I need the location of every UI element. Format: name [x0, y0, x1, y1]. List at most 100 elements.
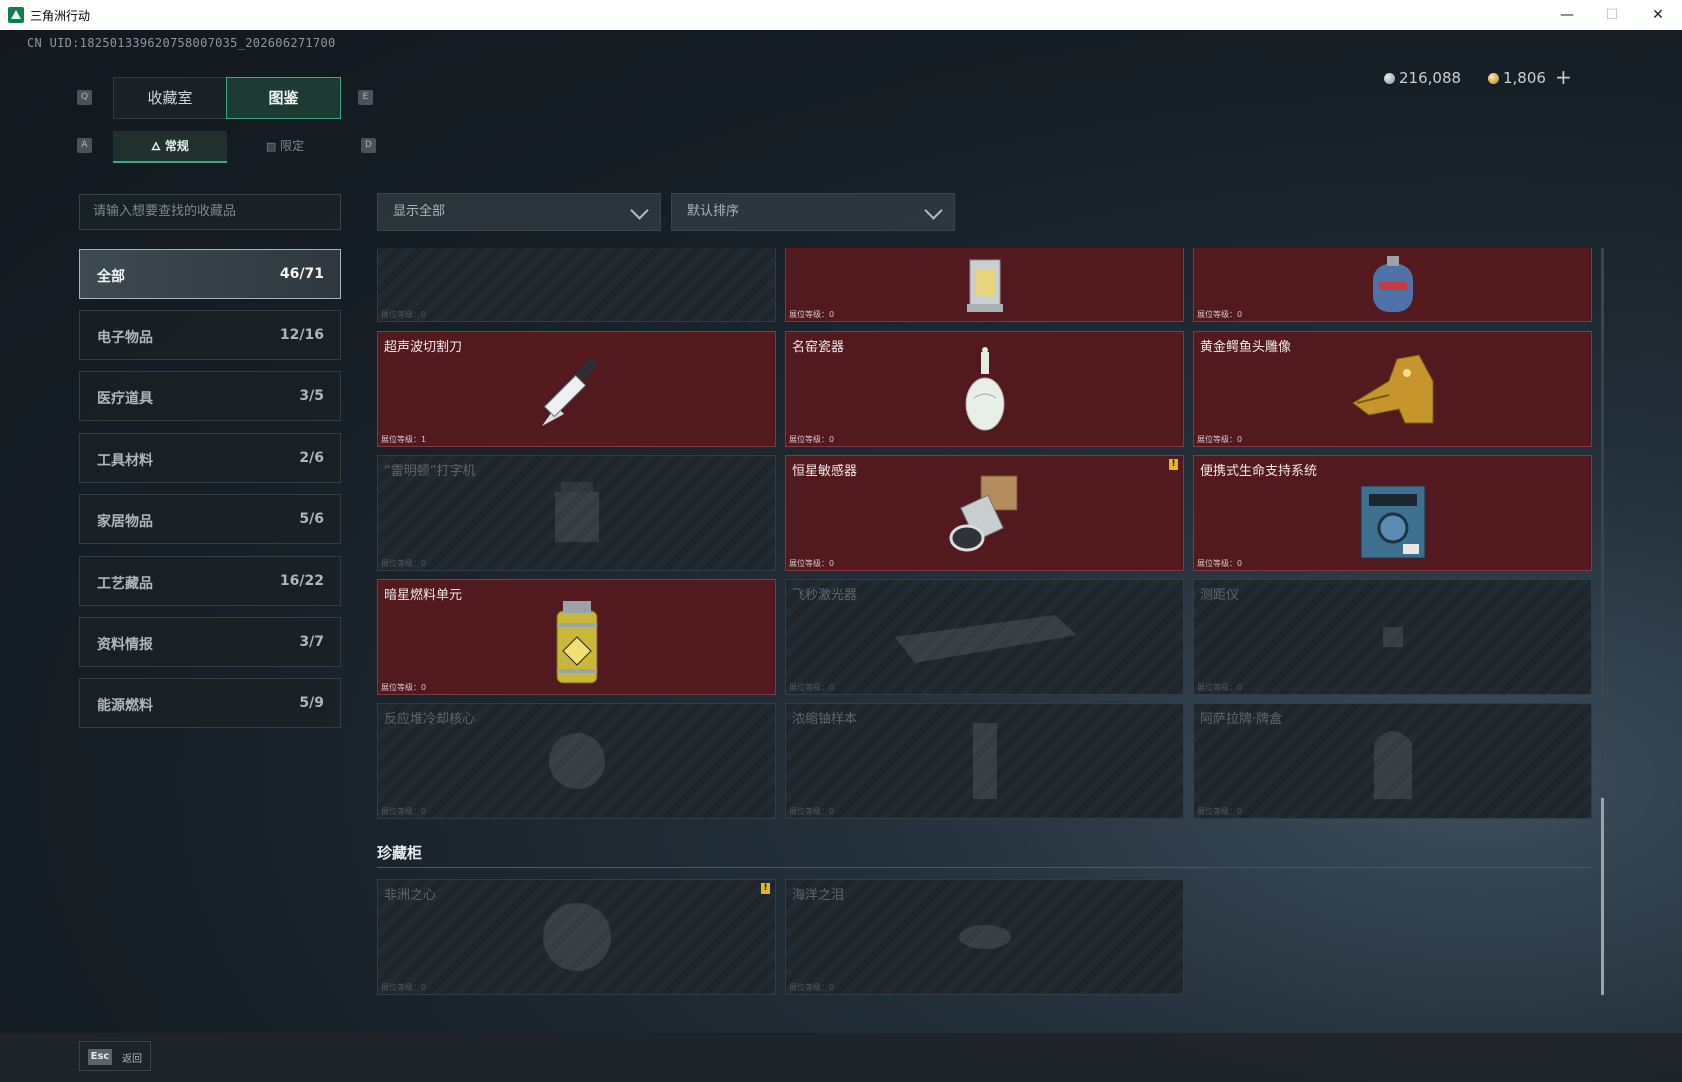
booth-level: 展位等级：0: [1197, 435, 1243, 444]
key-hint-e: E: [358, 90, 373, 105]
window-title: 三角洲行动: [30, 9, 91, 23]
category-label: 电子物品: [97, 330, 153, 346]
porcelain-vase-icon: [965, 347, 1004, 431]
reactor-core-icon: [548, 733, 605, 789]
key-hint-a: A: [77, 138, 92, 153]
collection-card[interactable]: 测距仪 展位等级：0: [1193, 579, 1592, 695]
category-count: 3/5: [299, 388, 324, 404]
window-titlebar: 三角洲行动 — ☐ ✕: [0, 0, 1682, 30]
item-name: 海洋之泪: [792, 888, 845, 903]
category-count: 2/6: [299, 450, 324, 466]
category-all[interactable]: 全部 46/71: [79, 249, 341, 299]
collection-card[interactable]: 飞秒激光器 展位等级：0: [785, 579, 1184, 695]
booth-level: 展位等级：0: [381, 310, 427, 319]
item-name: 黄金鳄鱼头雕像: [1200, 340, 1292, 355]
add-currency-button[interactable]: +: [1555, 65, 1572, 89]
app-logo-icon: [8, 7, 24, 23]
category-label: 工艺藏品: [97, 576, 153, 592]
booth-level: 展位等级：0: [1197, 310, 1243, 319]
item-name: 飞秒激光器: [792, 588, 858, 603]
category-count: 12/16: [279, 327, 324, 343]
category-label: 家居物品: [97, 514, 153, 530]
booth-level: 展位等级：0: [789, 559, 835, 568]
maximize-button[interactable]: ☐: [1592, 4, 1632, 26]
item-name: 便携式生命支持系统: [1200, 464, 1318, 479]
item-name: 阿萨拉牌·牌盒: [1200, 712, 1283, 727]
section-divider: [377, 867, 1592, 868]
warning-icon: !: [1169, 459, 1178, 470]
search-input[interactable]: 请输入想要查找的收藏品: [79, 194, 341, 230]
silver-coin-icon: [1384, 73, 1395, 84]
subtab-limited[interactable]: ▧ 限定: [232, 131, 338, 161]
warning-icon: !: [761, 883, 770, 894]
collection-card[interactable]: “雷明顿”打字机 展位等级：0: [377, 455, 776, 571]
star-sensor-icon: [949, 475, 1017, 552]
typewriter-icon: [554, 482, 599, 542]
collection-card[interactable]: 黄金鳄鱼头雕像 展位等级：0: [1193, 331, 1592, 447]
collection-card[interactable]: 展位等级：0: [377, 248, 776, 322]
flame-icon: 🜂: [151, 140, 161, 153]
collection-card[interactable]: 便携式生命支持系统 展位等级：0: [1193, 455, 1592, 571]
item-name: 测距仪: [1200, 588, 1240, 603]
item-name: 反应堆冷却核心: [384, 712, 476, 727]
subtab-normal[interactable]: 🜂 常规: [113, 131, 227, 163]
section-title-treasure: 珍藏柜: [377, 844, 423, 862]
category-medical[interactable]: 医疗道具 3/5: [79, 371, 341, 421]
booth-level: 展位等级：0: [1197, 559, 1243, 568]
key-hint-d: D: [361, 138, 376, 153]
booth-level: 展位等级：0: [381, 807, 427, 816]
gas-tank-icon: [1372, 255, 1413, 312]
scrollbar-thumb[interactable]: [1601, 798, 1604, 995]
collection-card[interactable]: 暗星燃料单元 展位等级：0: [377, 579, 776, 695]
category-intel[interactable]: 资料情报 3/7: [79, 617, 341, 667]
collection-card[interactable]: 恒星敏感器 ! 展位等级：0: [785, 455, 1184, 571]
chevron-down-icon: [924, 201, 943, 220]
laser-icon: [894, 615, 1077, 663]
filter-dropdown[interactable]: 显示全部: [377, 193, 661, 231]
lantern-icon: [966, 259, 1003, 312]
filter-dropdown-value: 显示全部: [393, 204, 446, 219]
collection-card[interactable]: 海洋之泪 展位等级：0: [785, 879, 1184, 995]
subtab-normal-label: 常规: [164, 139, 189, 153]
collection-card[interactable]: 浓缩铀样本 展位等级：0: [785, 703, 1184, 819]
collection-card[interactable]: 名窑瓷器 展位等级：0: [785, 331, 1184, 447]
fuel-cell-icon: [556, 600, 597, 684]
collection-card[interactable]: 展位等级：0: [1193, 248, 1592, 322]
back-button[interactable]: Esc 返回: [79, 1041, 151, 1071]
rangefinder-icon: [1382, 627, 1403, 647]
silver-currency: 216,088: [1384, 68, 1461, 88]
category-crafts[interactable]: 工艺藏品 16/22: [79, 556, 341, 606]
category-label: 全部: [97, 269, 125, 285]
minimize-button[interactable]: —: [1547, 4, 1587, 26]
collection-card[interactable]: 非洲之心 ! 展位等级：0: [377, 879, 776, 995]
category-label: 资料情报: [97, 637, 153, 653]
sort-dropdown[interactable]: 默认排序: [671, 193, 955, 231]
category-tools[interactable]: 工具材料 2/6: [79, 433, 341, 483]
category-label: 医疗道具: [97, 391, 153, 407]
close-button[interactable]: ✕: [1638, 4, 1678, 26]
collection-grid: 展位等级：0 展位等级：0 展位等级：0 超声波切割刀 展位等级：1 名窑瓷器: [377, 248, 1592, 995]
tab-atlas[interactable]: 图鉴: [226, 77, 341, 119]
category-electronics[interactable]: 电子物品 12/16: [79, 310, 341, 360]
collection-card[interactable]: 展位等级：0: [785, 248, 1184, 322]
booth-level: 展位等级：0: [1197, 683, 1243, 692]
category-household[interactable]: 家居物品 5/6: [79, 494, 341, 544]
key-hint-q: Q: [77, 90, 92, 105]
category-count: 46/71: [279, 266, 324, 282]
booth-level: 展位等级：0: [1197, 807, 1243, 816]
gold-crocodile-icon: [1351, 354, 1433, 424]
tab-collection-room[interactable]: 收藏室: [113, 77, 227, 119]
item-name: 超声波切割刀: [384, 340, 463, 355]
scalpel-icon: [541, 357, 598, 426]
booth-level: 展位等级：0: [381, 683, 427, 692]
collection-card[interactable]: 反应堆冷却核心 展位等级：0: [377, 703, 776, 819]
category-count: 5/9: [299, 695, 324, 711]
image-icon: ▧: [265, 140, 277, 153]
grid-scrollbar[interactable]: [1601, 248, 1604, 995]
gold-coin-icon: [1488, 73, 1499, 84]
gold-amount: 1,806: [1503, 69, 1546, 87]
collection-card[interactable]: 超声波切割刀 展位等级：1: [377, 331, 776, 447]
collection-card[interactable]: 阿萨拉牌·牌盒 展位等级：0: [1193, 703, 1592, 819]
category-energy[interactable]: 能源燃料 5/9: [79, 678, 341, 728]
booth-level: 展位等级：0: [381, 983, 427, 992]
